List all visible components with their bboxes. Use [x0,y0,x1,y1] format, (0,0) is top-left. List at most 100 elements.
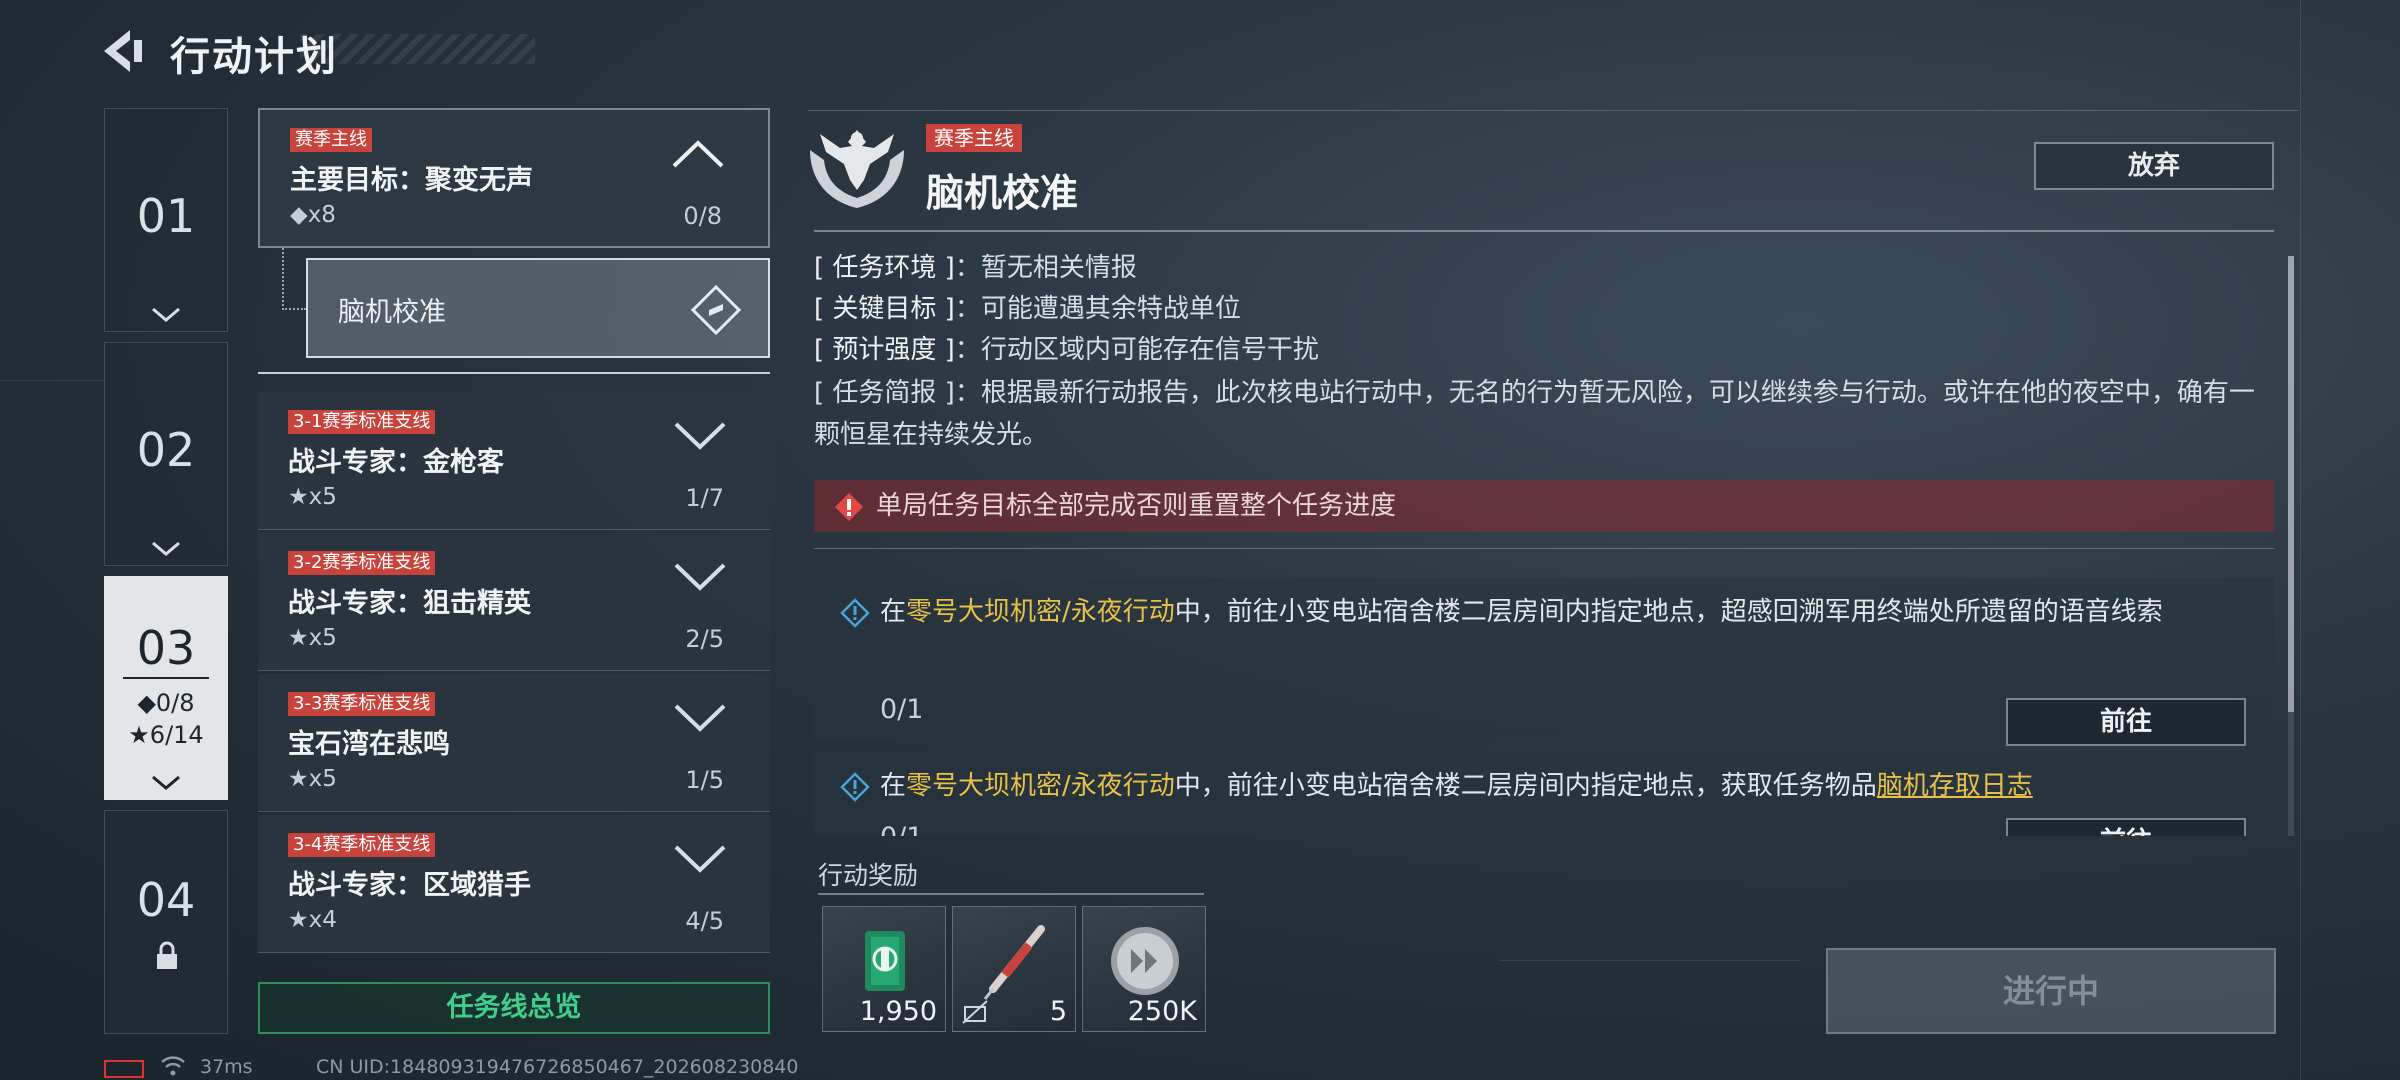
chevron-up-icon [672,140,724,168]
chapter-number: 04 [136,873,196,927]
sub-mission-item[interactable]: 脑机校准 [306,258,770,358]
mission-tag: 赛季主线 [290,128,372,152]
chapter-number: 01 [136,189,196,243]
title-decoration [300,34,535,64]
mission-count: ◆x8 [290,202,336,228]
chevron-down-icon [152,541,180,556]
task-text-pre: 在 [880,771,907,801]
info-value: ：暂无相关情报 [954,253,1137,283]
rewards-label: 行动奖励 [818,861,919,890]
warning-icon [835,493,863,521]
info-key: [ 任务简报 ] [814,378,955,408]
chevron-down-icon [152,307,180,322]
mission-name: 战斗专家：金枪客 [288,447,504,478]
chevron-down-icon [674,422,726,450]
target-diamond-icon [690,284,742,336]
divider [123,677,209,679]
mission-name: 战斗专家：狙击精英 [288,588,531,619]
mission-name: 宝石湾在悲鸣 [288,729,450,760]
info-strength: [ 预计强度 ]：行动区域内可能存在信号干扰 [814,330,1319,370]
ping-text: 37ms [200,1056,253,1078]
warning-banner: 单局任务目标全部完成否则重置整个任务进度 [814,480,2274,532]
coin-icon [1111,927,1179,995]
task-text: 在零号大坝机密/永夜行动中，前往小变电站宿舍楼二层房间内指定地点，超感回溯军用终… [880,592,2254,632]
go-button[interactable]: 前往 [2006,818,2246,836]
rewards-divider [818,893,1204,895]
mission-card[interactable]: 3-2赛季标准支线 战斗专家：狙击精英 ★x5 2/5 [258,533,770,671]
mission-card[interactable]: 3-4赛季标准支线 战斗专家：区域猎手 ★x4 4/5 [258,815,770,953]
mission-name: 战斗专家：区域猎手 [288,870,531,901]
warning-text: 单局任务目标全部完成否则重置整个任务进度 [876,491,1397,521]
mission-tag: 3-1赛季标准支线 [288,410,436,434]
info-diamond-icon [840,772,870,802]
mission-tag: 3-2赛季标准支线 [288,551,436,575]
star-progress: ★6/14 [128,721,204,749]
mission-tag: 3-4赛季标准支线 [288,833,436,857]
battery-icon [104,1060,144,1078]
task-list: 在零号大坝机密/永夜行动中，前往小变电站宿舍楼二层房间内指定地点，超感回溯军用终… [808,556,2288,836]
chapter-tab-03[interactable]: 03 ◆0/8 ★6/14 [104,576,228,800]
info-environment: [ 任务环境 ]：暂无相关情报 [814,248,1137,288]
mission-count: ★x5 [288,766,337,792]
info-key: [ 预计强度 ] [814,335,955,365]
info-value: ：可能遭遇其余特战单位 [954,294,1241,324]
syringe-icon [983,925,1045,1000]
eagle-emblem-icon [810,130,904,208]
info-value: ：行动区域内可能存在信号干扰 [954,335,1319,365]
info-brief: [ 任务简报 ]：根据最新行动报告，此次核电站行动中，无名的行为暂无风险，可以继… [814,372,2274,456]
chevron-down-icon [674,845,726,873]
reward-item[interactable]: 5 [952,906,1076,1032]
mission-progress: 1/5 [685,766,724,794]
list-divider [258,372,770,374]
chevron-down-icon [674,704,726,732]
task-text-pre: 在 [880,597,907,627]
go-button[interactable]: 前往 [2006,698,2246,746]
reward-quantity: 5 [1049,996,1067,1027]
mission-count: ★x5 [288,484,337,510]
task-progress: 0/1 [880,694,924,725]
mission-count: ★x4 [288,907,337,933]
top-divider [808,110,2298,111]
mission-overview-button[interactable]: 任务线总览 [258,982,770,1034]
mission-progress: 2/5 [685,625,724,653]
reward-quantity: 1,950 [859,996,937,1027]
abandon-button[interactable]: 放弃 [2034,142,2274,190]
chapter-tab-02[interactable]: 02 [104,342,228,566]
mission-tag: 3-3赛季标准支线 [288,692,436,716]
task-map-name: 零号大坝机密/永夜行动 [906,597,1175,627]
reward-item[interactable]: 1,950 [822,906,946,1032]
detail-tag: 赛季主线 [926,124,1022,152]
info-key: [ 任务环境 ] [814,253,955,283]
task-text-mid: 中，前往小变电站宿舍楼二层房间内指定地点，超感回溯军用终端处所遗留的语音线索 [1174,597,2163,627]
chapter-tab-04[interactable]: 04 [104,810,228,1034]
reward-item[interactable]: 250K [1082,906,1206,1032]
in-progress-button[interactable]: 进行中 [1826,948,2276,1034]
chevron-down-icon [674,563,726,591]
task-item-link[interactable]: 脑机存取日志 [1877,771,2033,801]
uid-text: CN UID:18480931947672685046​7_2026082308… [316,1056,799,1078]
detail-title: 脑机校准 [926,171,1079,215]
reward-quantity: 250K [1127,996,1197,1027]
mission-progress: 1/7 [685,484,724,512]
mission-card-main[interactable]: 赛季主线 主要目标：聚变无声 ◆x8 0/8 [258,108,770,248]
mission-progress: 4/5 [685,907,724,935]
chapter-number: 03 [136,621,196,675]
wifi-icon [161,1056,185,1076]
mission-card[interactable]: 3-3赛季标准支线 宝石湾在悲鸣 ★x5 1/5 [258,674,770,812]
mission-card[interactable]: 3-1赛季标准支线 战斗专家：金枪客 ★x5 1/7 [258,392,770,530]
task-text-mid: 中，前往小变电站宿舍楼二层房间内指定地点，获取任务物品 [1174,771,1877,801]
sub-mission-label: 脑机校准 [338,297,446,328]
lock-icon [157,941,177,969]
back-arrow-icon[interactable] [100,28,146,74]
task-text: 在零号大坝机密/永夜行动中，前往小变电站宿舍楼二层房间内指定地点，获取任务物品脑… [880,766,2254,806]
scrollbar[interactable] [2288,256,2294,712]
no-carry-icon [962,1000,988,1024]
chapter-tab-01[interactable]: 01 [104,108,228,332]
info-key: [ 关键目标 ] [814,294,955,324]
info-value: ：根据最新行动报告，此次核电站行动中，无名的行为暂无风险，可以继续参与行动。或许… [814,378,2255,450]
task-progress: 0/1 [880,822,923,836]
task-item: 在零号大坝机密/永夜行动中，前往小变电站宿舍楼二层房间内指定地点，获取任务物品脑… [814,752,2274,836]
task-item: 在零号大坝机密/永夜行动中，前往小变电站宿舍楼二层房间内指定地点，超感回溯军用终… [814,578,2274,746]
mission-name: 主要目标：聚变无声 [290,165,533,196]
chevron-down-icon [152,775,180,790]
